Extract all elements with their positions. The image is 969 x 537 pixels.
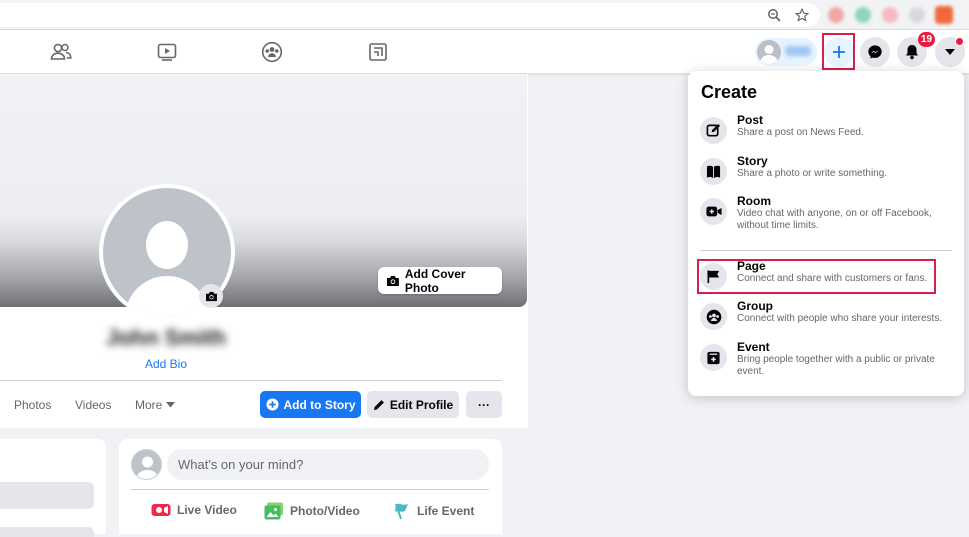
book-icon [700, 158, 727, 185]
add-to-story-button[interactable]: Add to Story [260, 391, 361, 418]
edit-profile-label: Edit Profile [389, 397, 454, 412]
profile-shortcut[interactable] [755, 38, 817, 66]
create-menu [688, 71, 964, 396]
live-video-button[interactable]: Live Video [151, 502, 237, 518]
avatar [757, 40, 781, 64]
create-menu-item-description: Bring people together with a public or p… [737, 354, 935, 377]
create-menu-item-label: Room [737, 194, 771, 208]
camera-icon [205, 291, 217, 301]
extension-icon[interactable] [909, 7, 925, 23]
flag-icon [395, 503, 408, 520]
create-menu-item-description: Video chat with anyone, on or off Facebo… [737, 208, 932, 231]
composer-placeholder: What's on your mind? [178, 457, 304, 472]
browser-toolbar [0, 0, 969, 30]
calendar-icon [700, 344, 727, 371]
create-menu-item-label: Group [737, 299, 773, 313]
groups-icon[interactable] [260, 40, 284, 64]
extension-icon[interactable] [882, 7, 898, 23]
menu-divider [700, 250, 952, 251]
extension-icon[interactable] [855, 7, 871, 23]
divider [131, 489, 489, 490]
live-video-label: Live Video [177, 503, 237, 517]
photo-icon [264, 502, 283, 520]
add-bio-link[interactable]: Add Bio [100, 357, 232, 371]
avatar [131, 449, 162, 480]
zoom-icon[interactable] [765, 6, 783, 24]
account-alert-dot [955, 37, 964, 46]
video-camera-icon [700, 198, 727, 225]
whats-on-your-mind-input[interactable]: What's on your mind? [167, 449, 489, 480]
add-cover-photo-button[interactable]: Add Cover Photo [378, 266, 502, 295]
edit-profile-button[interactable]: Edit Profile [367, 391, 459, 418]
photo-video-button[interactable]: Photo/Video [264, 502, 360, 520]
plus-circle-icon [265, 398, 279, 411]
camera-icon [386, 275, 399, 286]
tab-more[interactable]: More [135, 398, 176, 412]
create-menu-item-label: Event [737, 340, 770, 354]
live-video-icon [151, 504, 171, 516]
extension-icon[interactable] [828, 7, 844, 23]
create-menu-item-description: Share a post on News Feed. [737, 127, 864, 138]
friends-icon[interactable] [49, 40, 73, 64]
compose-icon [700, 117, 727, 144]
create-menu-item-label: Post [737, 113, 764, 127]
tab-more-label: More [135, 398, 163, 412]
placeholder-bar [0, 482, 94, 509]
notification-count-badge: 19 [918, 32, 936, 47]
bookmark-star-icon[interactable] [793, 6, 811, 24]
tab-videos[interactable]: Videos [75, 398, 111, 412]
update-profile-picture-button[interactable] [199, 284, 223, 308]
life-event-button[interactable]: Life Event [393, 502, 474, 520]
create-menu-item-description: Connect with people who share your inter… [737, 313, 943, 324]
group-icon [700, 303, 727, 330]
profile-name: John Smith [106, 325, 226, 350]
watch-icon[interactable] [155, 40, 179, 64]
page-item-highlight [697, 259, 936, 294]
messenger-button[interactable] [860, 37, 890, 67]
life-event-label: Life Event [417, 504, 475, 518]
more-actions-button[interactable]: ··· [466, 391, 502, 418]
caret-down-icon [166, 402, 176, 408]
add-to-story-label: Add to Story [283, 397, 356, 412]
facebook-header: 19 [0, 30, 969, 74]
bell-icon [906, 45, 918, 60]
create-button-highlight [822, 33, 855, 70]
divider [0, 380, 502, 381]
photo-video-label: Photo/Video [290, 504, 360, 518]
create-menu-title: Create [701, 82, 758, 102]
pencil-icon [373, 399, 384, 410]
caret-down-icon [945, 49, 955, 55]
tab-photos[interactable]: Photos [14, 398, 51, 412]
placeholder-bar [0, 527, 94, 537]
create-menu-item-label: Story [737, 154, 768, 168]
extension-icon[interactable] [935, 6, 953, 24]
messenger-icon [868, 45, 882, 59]
blurred-profile-name [785, 46, 811, 56]
address-bar[interactable] [0, 3, 820, 27]
create-menu-item-description: Share a photo or write something. [737, 168, 888, 179]
gaming-icon[interactable] [366, 40, 390, 64]
more-actions-label: ··· [478, 397, 490, 412]
add-cover-photo-label: Add Cover Photo [404, 266, 466, 295]
